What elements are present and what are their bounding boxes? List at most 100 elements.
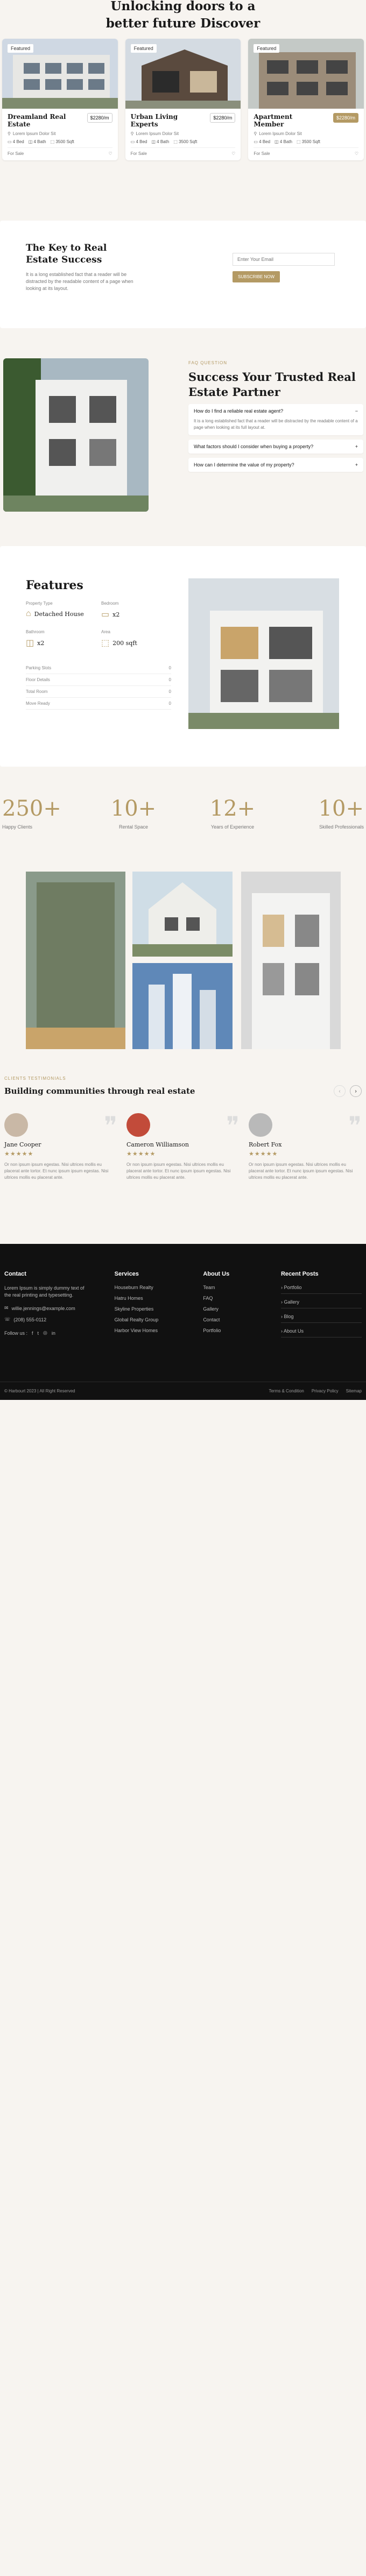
footer-post-link[interactable]: › Blog — [280, 1314, 362, 1323]
heart-icon[interactable]: ♡ — [231, 151, 235, 156]
footer-email[interactable]: willie.jennings@example.com — [12, 1306, 75, 1311]
stars-rating: ★★★★★ — [126, 1151, 156, 1157]
sitemap-link[interactable]: Sitemap — [346, 1389, 362, 1393]
footer: Contact Lorem Ipsum is simply dummy text… — [0, 1244, 366, 1400]
property-card[interactable]: Featured Urban Living Experts $2280/m ⚲ L… — [125, 39, 241, 160]
faq-item[interactable]: How do I find a reliable real estate age… — [188, 404, 363, 435]
faq-eyebrow: FAQ QUESTION — [188, 360, 228, 365]
footer-contact-title: Contact — [4, 1271, 26, 1277]
features-image — [188, 578, 339, 729]
feature-label: Area — [101, 629, 110, 634]
gallery-section — [0, 872, 366, 1049]
feature-value: x2 — [37, 639, 45, 647]
footer-link[interactable]: Gallery — [203, 1306, 251, 1312]
footer-services-title: Services — [114, 1271, 139, 1277]
footer-contact-text: Lorem Ipsum is simply dummy text of the … — [4, 1285, 85, 1298]
testimonials-section: CLIENTS TESTIMONIALS Building communitie… — [0, 1076, 366, 1205]
row-label: Total Room — [26, 689, 48, 694]
footer-link[interactable]: Team — [203, 1285, 251, 1290]
stat-number: 10+ — [110, 796, 157, 821]
prev-arrow-icon[interactable]: ‹ — [334, 1085, 346, 1097]
faq-item[interactable]: What factors should I consider when buyi… — [188, 440, 363, 454]
avatar — [126, 1113, 150, 1137]
footer-post-link[interactable]: › About Us — [280, 1328, 362, 1337]
baths: 4 Bath — [279, 139, 292, 144]
privacy-link[interactable]: Privacy Policy — [312, 1389, 339, 1393]
stat-number: 250+ — [2, 796, 61, 821]
bath-icon: ◫ — [26, 639, 34, 648]
terms-link[interactable]: Terms & Condition — [269, 1389, 304, 1393]
heart-icon[interactable]: ♡ — [109, 151, 112, 156]
property-card[interactable]: Featured Apartment Member $2280/m ⚲ Lorem… — [248, 39, 364, 160]
feature-value: x2 — [112, 611, 120, 618]
subscribe-button[interactable]: SUBSCRIBE NOW — [233, 271, 280, 282]
avatar — [4, 1113, 28, 1137]
property-address: Lorem Ipsum Dolor Sit — [136, 131, 179, 136]
phone-icon: ☏ — [4, 1317, 11, 1322]
gallery-image[interactable] — [132, 872, 233, 957]
footer-posts-title: Recent Posts — [280, 1271, 319, 1277]
follow-label: Follow us : — [4, 1330, 28, 1336]
minus-icon: − — [355, 408, 358, 414]
gallery-image[interactable] — [241, 872, 341, 1049]
footer-link[interactable]: Contact — [203, 1317, 251, 1322]
beds: 4 Bed — [259, 139, 271, 144]
baths: 4 Bath — [157, 139, 170, 144]
plus-icon: + — [355, 444, 358, 449]
location-pin-icon: ⚲ — [254, 131, 257, 136]
newsletter-title: The Key to Real Estate Success — [26, 243, 107, 265]
faq-question: How can I determine the value of my prop… — [194, 462, 294, 468]
faq-item[interactable]: How can I determine the value of my prop… — [188, 458, 363, 472]
features-section: Features Property Type ⌂ Detached House Be… — [0, 546, 366, 767]
row-label: Move Ready — [26, 701, 50, 706]
next-arrow-icon[interactable]: › — [350, 1085, 362, 1097]
stat-number: 10+ — [318, 796, 364, 821]
footer-about-title: About Us — [203, 1271, 230, 1277]
footer-link[interactable]: Hatru Homes — [115, 1296, 174, 1301]
mail-icon: ✉ — [4, 1305, 9, 1311]
post-label: Blog — [284, 1314, 294, 1319]
testimonials-title: Building communities through real estate — [4, 1086, 195, 1096]
post-label: Gallery — [284, 1299, 299, 1305]
property-image: Featured — [125, 39, 241, 109]
baths: 4 Bath — [33, 139, 46, 144]
instagram-icon[interactable]: ◎ — [43, 1330, 47, 1336]
footer-post-link[interactable]: › Portfolio — [280, 1285, 362, 1294]
facebook-icon[interactable]: f — [32, 1331, 33, 1336]
footer-link[interactable]: Harbor View Homes — [115, 1328, 174, 1333]
featured-badge: Featured — [254, 44, 280, 53]
row-label: Parking Slots — [26, 666, 52, 670]
footer-link[interactable]: Global Realty Group — [115, 1317, 174, 1322]
footer-post-link[interactable]: › Gallery — [280, 1299, 362, 1308]
stat-label: Happy Clients — [2, 824, 33, 830]
property-card[interactable]: Featured Dreamland Real Estate $2280/m ⚲… — [2, 39, 118, 160]
property-address: Lorem Ipsum Dolor Sit — [259, 131, 302, 136]
stat-label: Skilled Professionals — [319, 824, 364, 830]
footer-link[interactable]: Portfolio — [203, 1328, 251, 1333]
email-input[interactable] — [233, 253, 335, 266]
linkedin-icon[interactable]: in — [52, 1331, 55, 1336]
quote-icon: ❞ — [348, 1111, 362, 1140]
beds: 4 Bed — [136, 139, 147, 144]
plus-icon: + — [355, 462, 358, 468]
testimonial-text: Or non ipsum ipsum egestas. Nisi ultrice… — [4, 1162, 109, 1180]
twitter-icon[interactable]: t — [38, 1331, 39, 1336]
post-label: About Us — [283, 1328, 304, 1334]
property-address: Lorem Ipsum Dolor Sit — [12, 131, 56, 136]
gallery-image[interactable] — [26, 872, 125, 1049]
status: For Sale — [8, 151, 24, 156]
footer-link[interactable]: FAQ — [203, 1296, 251, 1301]
heart-icon[interactable]: ♡ — [355, 151, 358, 156]
testimonial-card: ❞ Jane Cooper ★★★★★ Or non ipsum ipsum e… — [4, 1113, 117, 1181]
footer-link[interactable]: Houseburn Realty — [115, 1285, 174, 1290]
row-value: 0 — [168, 689, 171, 694]
gallery-image[interactable] — [132, 963, 233, 1049]
quote-icon: ❞ — [104, 1111, 117, 1140]
footer-link[interactable]: Skyline Properties — [115, 1306, 174, 1312]
bed-icon: ▭ — [130, 139, 135, 144]
copyright: © Harbourt 2023 | All Right Reserved — [4, 1389, 75, 1393]
footer-phone[interactable]: (208) 555-0112 — [13, 1317, 46, 1322]
bath-icon: ◫ — [151, 139, 156, 144]
testimonial-card: ❞ Cameron Williamson ★★★★★ Or non ipsum … — [126, 1113, 240, 1181]
beds: 4 Bed — [12, 139, 24, 144]
